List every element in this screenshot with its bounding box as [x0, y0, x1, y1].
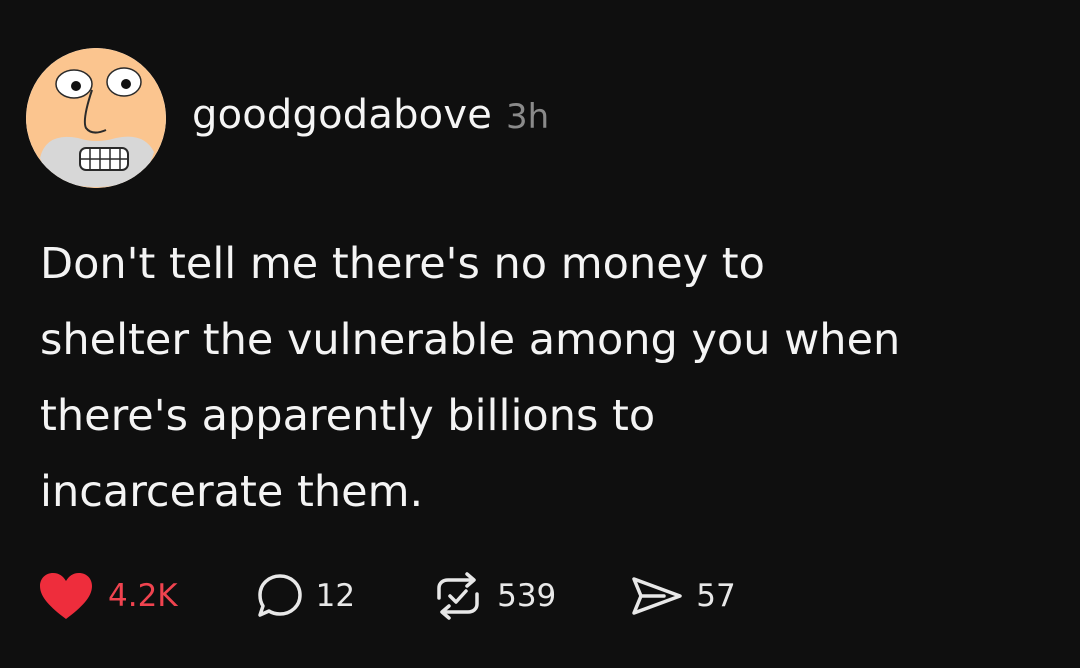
comment-icon [256, 572, 304, 620]
post-actions-bar: 4.2K 12 539 57 [38, 566, 736, 626]
comment-count: 12 [315, 578, 356, 614]
share-button[interactable]: 57 [630, 573, 736, 619]
post-text: Don't tell me there's no money to shelte… [40, 239, 901, 517]
heart-icon [38, 571, 94, 621]
cartoon-face-avatar-icon [26, 48, 166, 188]
username[interactable]: goodgodabove [192, 92, 492, 138]
share-count: 57 [696, 578, 736, 614]
post-timestamp: 3h [506, 97, 550, 137]
post-header: goodgodabove 3h [192, 92, 549, 152]
post-card: goodgodabove 3h Don't tell me there's no… [0, 0, 1080, 668]
user-avatar[interactable] [26, 48, 166, 188]
like-count: 4.2K [108, 578, 178, 614]
like-button[interactable]: 4.2K [38, 571, 178, 621]
repost-icon [431, 572, 485, 620]
comment-button[interactable]: 12 [256, 572, 355, 620]
repost-button[interactable]: 539 [431, 572, 556, 620]
repost-count: 539 [497, 578, 557, 614]
send-icon [630, 573, 684, 619]
